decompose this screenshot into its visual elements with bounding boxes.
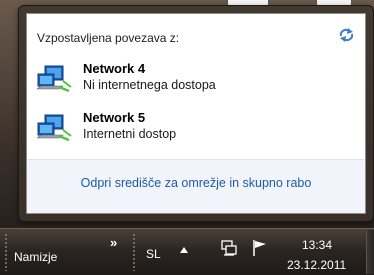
toolbar-overflow-chevron[interactable]: » — [110, 235, 117, 250]
network-name: Network 4 — [83, 61, 146, 76]
network-icon — [37, 114, 72, 142]
open-network-sharing-center-link[interactable]: Odpri središče za omrežje in skupno rabo — [27, 176, 365, 190]
show-hidden-icons-icon[interactable] — [180, 247, 188, 253]
taskbar: Namizje » SL 13:34 23.12.2011 — [0, 228, 374, 275]
network-status: Internetni dostop — [83, 127, 177, 141]
network-tray-icon[interactable] — [220, 239, 238, 257]
show-desktop-button[interactable] — [366, 230, 374, 274]
language-indicator[interactable]: SL — [146, 247, 161, 261]
network-icon — [37, 65, 72, 93]
connected-to-header: Vzpostavljena povezava z: — [37, 31, 180, 45]
desktop-toolbar-label[interactable]: Namizje — [14, 250, 57, 264]
network-name: Network 5 — [83, 110, 146, 125]
flyout-footer: Odpri središče za omrežje in skupno rabo — [27, 160, 365, 213]
clock-time[interactable]: 13:34 — [302, 238, 332, 252]
network-status: Ni internetnega dostopa — [83, 78, 216, 92]
toolbar-grip[interactable] — [4, 233, 8, 271]
action-center-flag-icon[interactable] — [252, 239, 268, 257]
refresh-icon[interactable] — [338, 28, 355, 42]
network-item-network-5[interactable]: Network 5 Internetni dostop — [35, 110, 345, 154]
toolbar-grip[interactable] — [132, 233, 136, 271]
flyout-panel: Vzpostavljena povezava z: Network 4 Ni i… — [26, 13, 366, 214]
network-item-network-4[interactable]: Network 4 Ni internetnega dostopa — [35, 61, 345, 105]
clock-date[interactable]: 23.12.2011 — [287, 258, 346, 272]
network-flyout: Vzpostavljena povezava z: Network 4 Ni i… — [18, 5, 374, 222]
